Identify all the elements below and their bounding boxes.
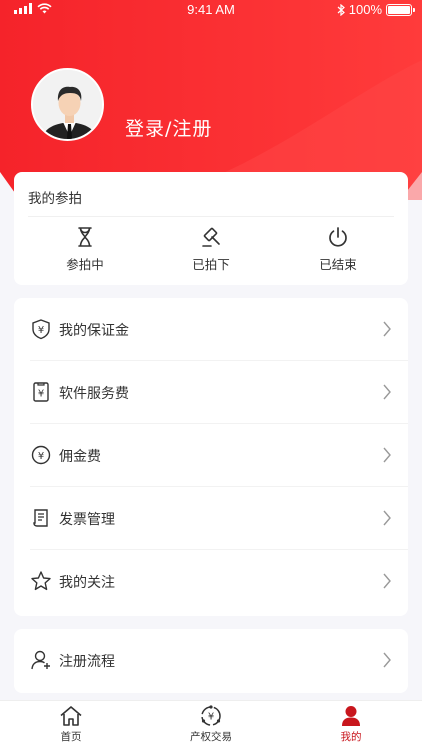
battery-percent: 100% bbox=[348, 2, 382, 17]
svg-text:¥: ¥ bbox=[38, 389, 44, 400]
status-bar: 9:41 AM 100% bbox=[0, 0, 422, 20]
menu-item-service-fee[interactable]: ¥ 软件服务费 bbox=[14, 361, 408, 424]
menu-item-favorites-label: 我的关注 bbox=[59, 575, 115, 591]
chevron-right-icon bbox=[383, 384, 391, 400]
login-register-link[interactable]: 登录/注册 bbox=[125, 114, 212, 141]
menu-item-service-fee-label: 软件服务费 bbox=[59, 386, 129, 402]
battery-fill bbox=[388, 5, 410, 14]
profile-header: 9:41 AM 100% 登录/注册 bbox=[0, 0, 422, 200]
tab-mine[interactable]: 我的 bbox=[306, 705, 396, 749]
bluetooth-icon bbox=[337, 3, 345, 16]
user-add-icon bbox=[31, 650, 50, 670]
menu-item-registration-process[interactable]: 注册流程 bbox=[14, 629, 408, 692]
help-menu-card: 注册流程 bbox=[14, 629, 408, 693]
tab-property-trading-label: 产权交易 bbox=[190, 731, 232, 743]
svg-text:¥: ¥ bbox=[38, 325, 44, 336]
auction-won-label: 已拍下 bbox=[192, 257, 230, 272]
chevron-right-icon bbox=[383, 321, 391, 337]
menu-item-invoice-label: 发票管理 bbox=[59, 512, 115, 528]
exchange-icon: ¥ bbox=[201, 705, 221, 726]
account-menu-card: ¥ 我的保证金 ¥ 软件服务费 ¥ 佣金费 发票管理 我的关注 bbox=[14, 298, 408, 616]
hourglass-icon bbox=[78, 227, 92, 247]
avatar[interactable] bbox=[31, 68, 104, 141]
auction-won-button[interactable]: 已拍下 bbox=[161, 226, 261, 278]
document-icon bbox=[33, 509, 48, 527]
menu-item-commission-label: 佣金费 bbox=[59, 449, 101, 465]
menu-item-favorites[interactable]: 我的关注 bbox=[14, 550, 408, 613]
tab-property-trading[interactable]: ¥ 产权交易 bbox=[166, 705, 256, 749]
chevron-right-icon bbox=[383, 447, 391, 463]
divider bbox=[28, 216, 394, 217]
menu-item-deposit-label: 我的保证金 bbox=[59, 323, 129, 339]
my-auction-title: 我的参拍 bbox=[28, 191, 82, 207]
chevron-right-icon bbox=[383, 573, 391, 589]
chevron-right-icon bbox=[383, 510, 391, 526]
shield-yen-icon: ¥ bbox=[32, 319, 50, 340]
battery-icon bbox=[386, 3, 415, 16]
home-icon bbox=[60, 706, 82, 726]
gavel-icon bbox=[202, 227, 220, 247]
auction-ended-button[interactable]: 已结束 bbox=[288, 226, 388, 278]
power-icon bbox=[329, 227, 347, 247]
svg-text:¥: ¥ bbox=[208, 712, 214, 723]
menu-item-invoice[interactable]: 发票管理 bbox=[14, 487, 408, 550]
star-icon bbox=[31, 571, 51, 591]
coin-yen-icon: ¥ bbox=[31, 445, 51, 465]
receipt-yen-icon: ¥ bbox=[33, 382, 49, 402]
person-icon bbox=[342, 706, 360, 726]
menu-item-registration-process-label: 注册流程 bbox=[59, 654, 115, 670]
auction-ended-label: 已结束 bbox=[319, 257, 357, 272]
menu-item-commission[interactable]: ¥ 佣金费 bbox=[14, 424, 408, 487]
auction-bidding-button[interactable]: 参拍中 bbox=[35, 226, 135, 278]
tab-home[interactable]: 首页 bbox=[26, 705, 116, 749]
bottom-tab-bar: 首页 ¥ 产权交易 我的 bbox=[0, 700, 422, 750]
auction-bidding-label: 参拍中 bbox=[66, 257, 104, 272]
my-auction-card: 我的参拍 参拍中 已拍下 已结束 bbox=[14, 172, 408, 285]
menu-item-deposit[interactable]: ¥ 我的保证金 bbox=[14, 298, 408, 361]
svg-text:¥: ¥ bbox=[38, 451, 44, 462]
tab-mine-label: 我的 bbox=[340, 731, 362, 743]
tab-home-label: 首页 bbox=[60, 731, 82, 743]
chevron-right-icon bbox=[383, 652, 391, 668]
